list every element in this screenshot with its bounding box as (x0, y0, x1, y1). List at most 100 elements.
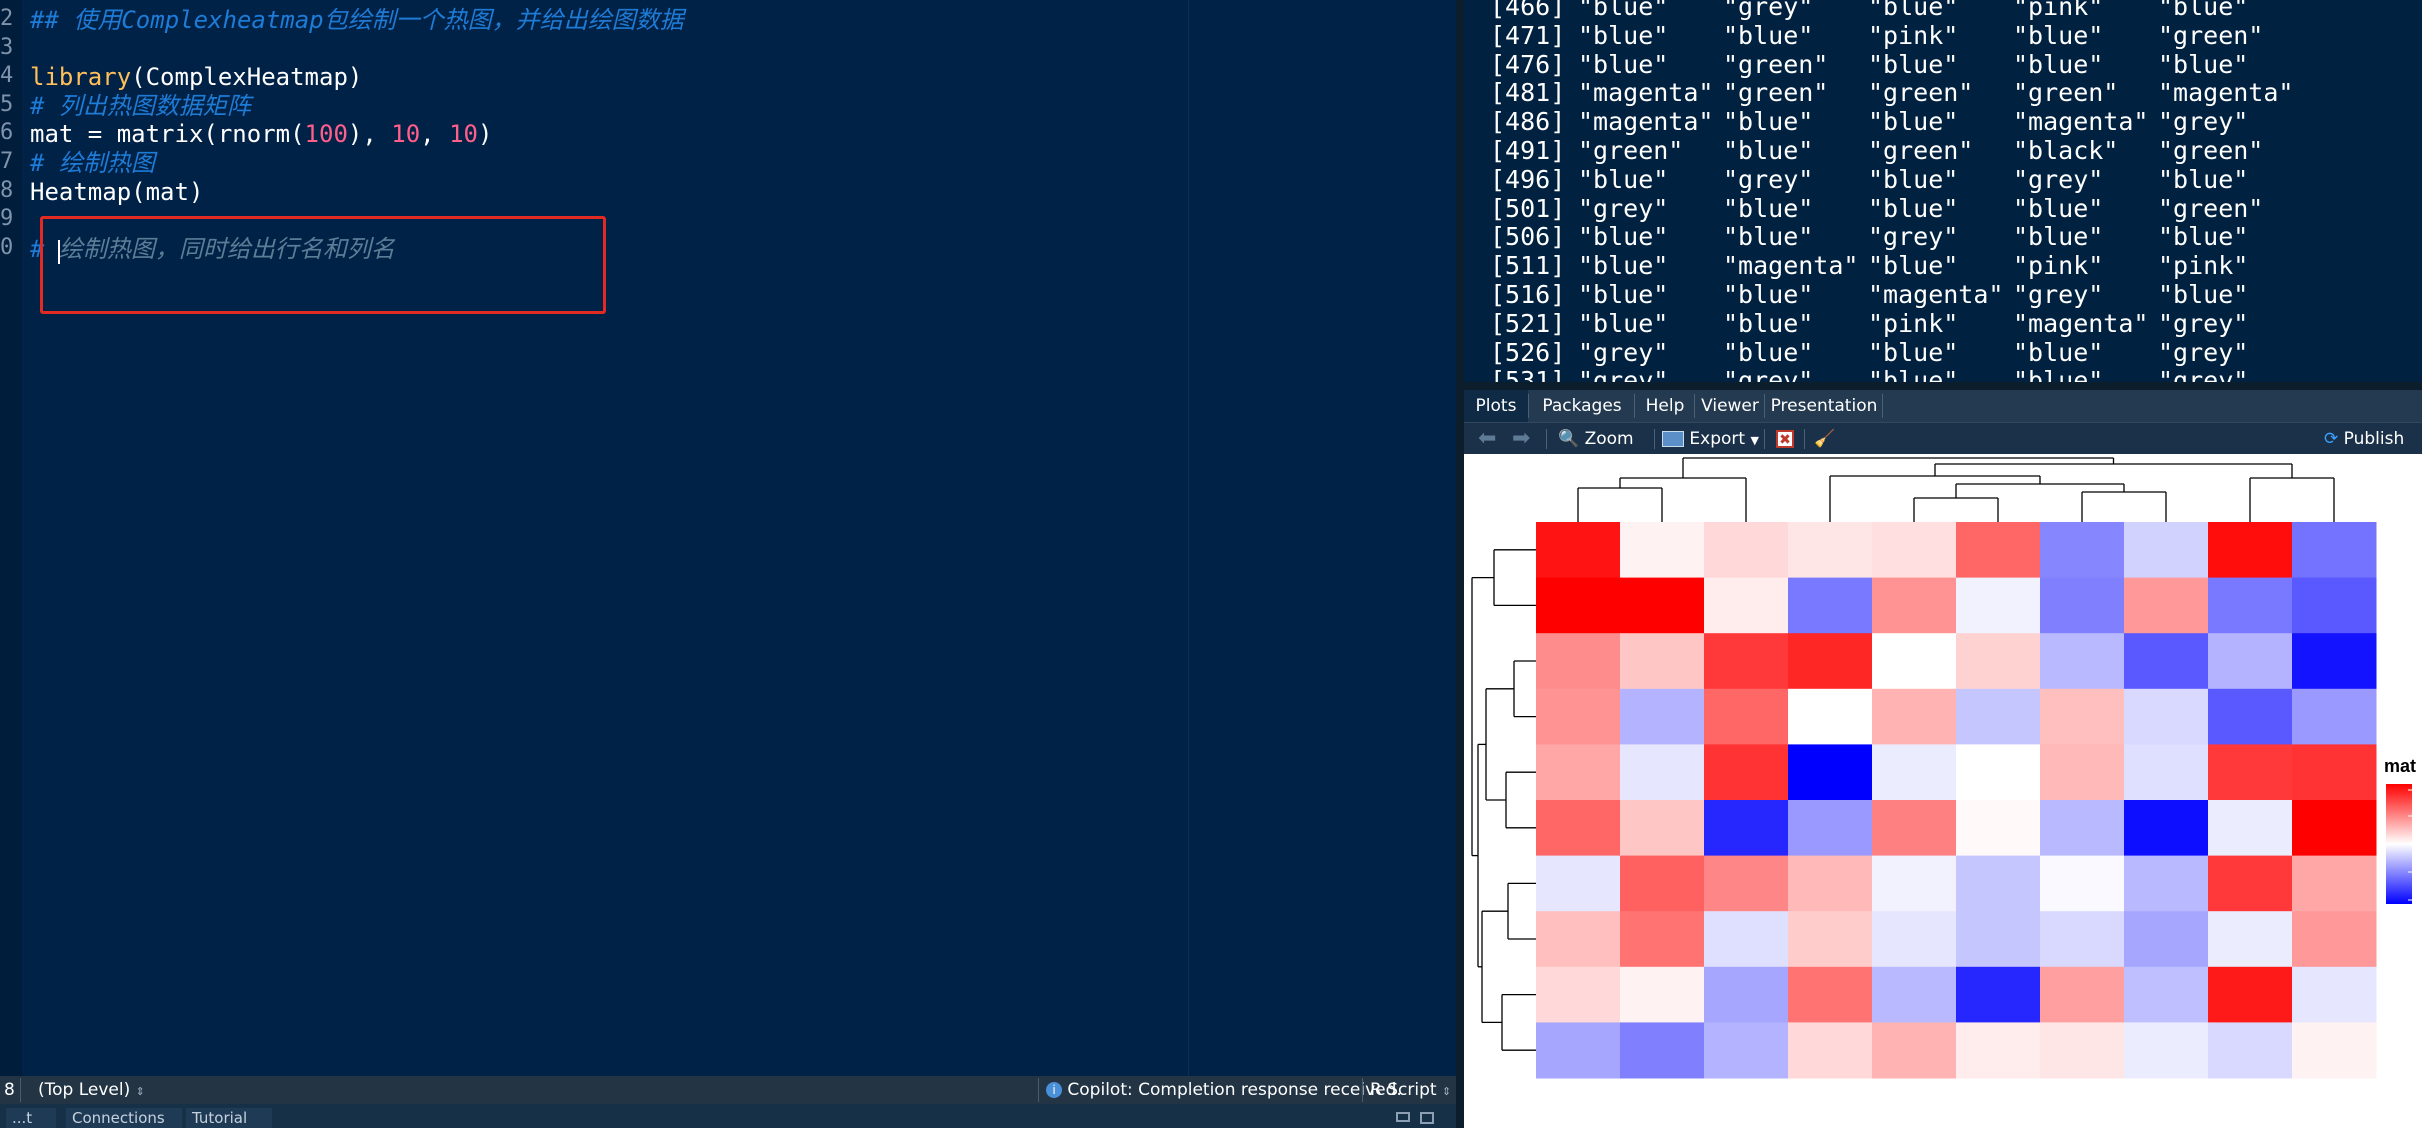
console-value: "pink" (1868, 308, 1959, 338)
line-number: 2 (0, 6, 14, 31)
heatmap-cell (1536, 744, 1621, 801)
code-token: 10 (449, 120, 478, 149)
tab-packages[interactable]: Packages (1530, 390, 1634, 422)
editor-margin-line (1188, 0, 1189, 1076)
line-number: 4 (0, 63, 14, 89)
heatmap-cell (2040, 688, 2125, 745)
line-number: 8 (0, 177, 14, 203)
console-value: "blue" (1868, 164, 1959, 194)
console-value: "blue" (2158, 280, 2249, 309)
heatmap-cell (2208, 522, 2293, 579)
copilot-status[interactable]: i Copilot: Completion response received. (1046, 1076, 1402, 1104)
code-token: ## 使用Complexheatmap包绘制一个热图，并给出绘图数据 (30, 6, 684, 34)
heatmap-cell (2040, 744, 2125, 801)
forward-arrow-icon[interactable]: ➡ (1512, 423, 1530, 455)
tab-help[interactable]: Help (1636, 390, 1694, 422)
console-row-index: [471] (1490, 20, 1566, 50)
heatmap-cell (1788, 966, 1873, 1023)
heatmap-cell (1872, 577, 1957, 634)
console-value: "blue" (1578, 222, 1669, 252)
heatmap-cell (1536, 633, 1621, 690)
broom-icon[interactable]: 🧹 (1814, 423, 1835, 455)
console-value: "blue" (2013, 193, 2104, 223)
console-value: "blue" (1723, 222, 1814, 252)
heatmap-cell (1620, 966, 1705, 1023)
heatmap-cell (2040, 1022, 2125, 1079)
console-row: [506] "blue" "blue" "grey" "blue" "blue" (1490, 222, 2303, 251)
console-value: "magenta" (1868, 280, 2004, 309)
console-value: "grey" (1723, 366, 1814, 382)
console-value: "blue" (1578, 308, 1669, 338)
tab-viewer[interactable]: Viewer (1696, 390, 1764, 422)
heatmap-cell (1704, 688, 1789, 745)
console-value: "pink" (1868, 20, 1959, 50)
export-button[interactable]: Export ▼ (1662, 423, 1759, 455)
back-arrow-icon[interactable]: ⬅ (1478, 423, 1496, 455)
console-value: "blue" (1578, 164, 1669, 194)
maximize-icon[interactable] (1420, 1112, 1434, 1124)
heatmap-cell (1620, 633, 1705, 690)
console-value: "grey" (1578, 366, 1669, 382)
console-value: "green" (2158, 193, 2264, 223)
console-value: "blue" (1723, 280, 1814, 309)
heatmap-cell (1704, 800, 1789, 857)
console-row: [501] "grey" "blue" "blue" "blue" "green" (1490, 194, 2303, 223)
pane-splitter[interactable] (1464, 382, 2422, 390)
heatmap-cell (1536, 522, 1621, 579)
heatmap-cell (2292, 1022, 2377, 1079)
console-value: "blue" (1723, 337, 1814, 367)
console-row-index: [521] (1490, 308, 1566, 338)
pane-divider[interactable] (1456, 0, 1464, 1128)
console-row: [466] "blue" "grey" "blue" "pink" "blue" (1490, 0, 2303, 21)
console-row-index: [481] (1490, 78, 1566, 108)
heatmap-cell (1620, 855, 1705, 912)
console-value: "blue" (2013, 222, 2104, 252)
console-value: "blue" (1868, 366, 1959, 382)
console-value: "magenta" (1723, 251, 1859, 281)
zoom-button[interactable]: 🔍 Zoom (1558, 423, 1634, 455)
console-row-index: [501] (1490, 193, 1566, 223)
console-value: "green" (2158, 136, 2264, 165)
console-row-index: [486] (1490, 107, 1566, 137)
source-editor[interactable]: 2 3 45 6 7 8 90 ## 使用Complexheatmap包绘制一个热图，并给出… (0, 0, 1456, 1076)
heatmap-cell (2292, 688, 2377, 745)
minimize-icon[interactable] (1396, 1112, 1410, 1122)
line-number: 3 (0, 34, 14, 60)
tab-plots[interactable]: Plots (1464, 390, 1528, 422)
code-line: mat = matrix(rnorm(100), 10, 10) (30, 120, 492, 148)
console-value: "grey" (2013, 164, 2104, 194)
console-value: "blue" (1723, 20, 1814, 50)
console-value: "grey" (2158, 308, 2249, 338)
plots-pane-tabs: Plots Packages Help Viewer Presentation (1464, 390, 2422, 422)
tab-presentation[interactable]: Presentation (1766, 390, 1882, 422)
console-output[interactable]: [466] "blue" "grey" "blue" "pink" "blue" [471]… (1464, 0, 2422, 382)
heatmap-cell (2292, 911, 2377, 968)
heatmap-cell (1620, 911, 1705, 968)
heatmap-cell (1620, 688, 1705, 745)
publish-button[interactable]: ⟳ Publish (2324, 423, 2404, 455)
heatmap-cell (1872, 911, 1957, 968)
file-type-selector[interactable]: R Script ⇕ (1370, 1076, 1451, 1104)
code-line: Heatmap(mat) (30, 178, 203, 206)
heatmap-cell (1620, 522, 1705, 579)
console-row: [491] "green" "blue" "green" "black" "green" (1490, 136, 2303, 165)
console-value: "magenta" (1578, 107, 1714, 137)
code-line: # 绘制热图 (30, 149, 155, 177)
remove-plot-button[interactable]: ✖ (1776, 423, 1794, 455)
bottom-tab-connections[interactable]: Connections (66, 1108, 182, 1128)
console-value: "blue" (1868, 0, 1959, 21)
console-value: "green" (1723, 49, 1829, 79)
heatmap-cell (2040, 633, 2125, 690)
heatmap-cell (2292, 744, 2377, 801)
heatmap-cell (2208, 800, 2293, 857)
bottom-tab-tutorial[interactable]: Tutorial (186, 1108, 272, 1128)
plot-viewer[interactable]: mat (1464, 454, 2422, 1128)
heatmap-cell (1956, 633, 2041, 690)
heatmap-cell (2124, 744, 2209, 801)
heatmap-cell (1536, 966, 1621, 1023)
console-row-index: [531] (1490, 366, 1566, 382)
export-icon (1662, 431, 1684, 447)
scope-selector[interactable]: (Top Level) ⇕ (38, 1076, 145, 1104)
heatmap-cell (1956, 1022, 2041, 1079)
bottom-tab-0[interactable]: ...t (6, 1108, 56, 1128)
